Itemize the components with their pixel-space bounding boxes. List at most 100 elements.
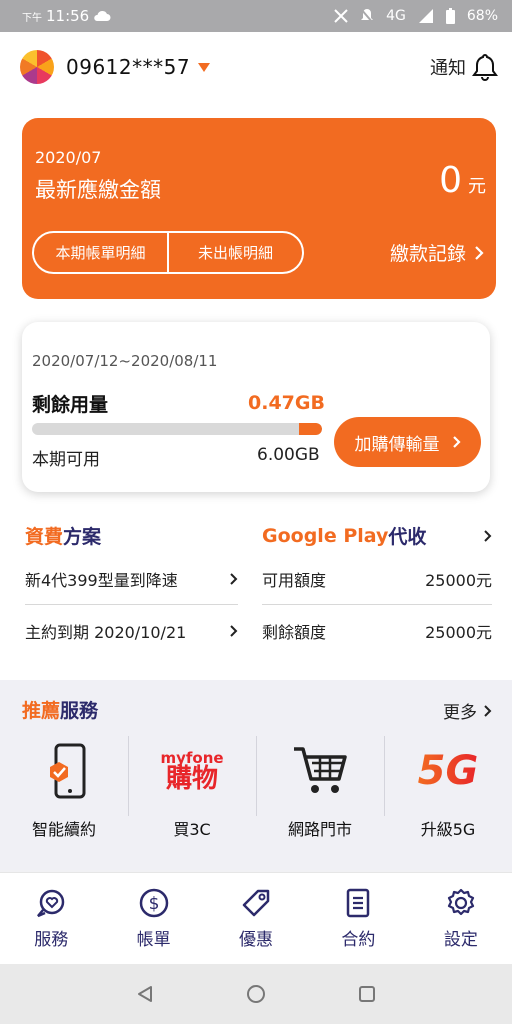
divider	[25, 604, 238, 605]
nav-label: 優惠	[239, 930, 274, 950]
signal-icon	[418, 9, 433, 23]
google-play-row: 可用額度 25000元	[262, 556, 492, 602]
status-time: 下午 11:56	[22, 7, 111, 25]
plan-title-part1: 資費	[25, 526, 64, 548]
available-credit-label: 可用額度	[262, 571, 327, 590]
service-label: 買3C	[173, 820, 211, 839]
plan-title-part2: 方案	[63, 526, 102, 548]
usage-period: 2020/07/12~2020/08/11	[32, 352, 218, 370]
service-label: 網路門市	[287, 820, 352, 839]
google-play-title-part1: Google Play	[262, 524, 389, 547]
main-screen: 09612***57 通知 2020/07 最新應繳金額 0 元 本期帳單明細 …	[0, 32, 512, 680]
unbilled-detail-button[interactable]: 未出帳明細	[169, 233, 302, 272]
myfone-shop-logo: myfone 購物	[160, 736, 223, 806]
bill-amount-value: 0	[439, 160, 462, 201]
service-online-store[interactable]: 網路門市	[256, 736, 384, 846]
x-icon	[334, 9, 348, 23]
app-logo	[20, 50, 54, 84]
battery-icon	[445, 8, 455, 24]
payment-record-link[interactable]: 繳款記錄	[390, 239, 484, 266]
available-label: 本期可用	[32, 450, 100, 470]
bill-amount: 0 元	[439, 160, 486, 201]
nav-service[interactable]: 服務	[0, 873, 102, 964]
caret-down-icon[interactable]	[198, 62, 211, 72]
status-clock: 11:56	[46, 7, 90, 25]
bottom-nav: 服務 $ 帳單 優惠 合約 設定	[0, 872, 512, 964]
google-play-row: 剩餘額度 25000元	[262, 608, 492, 654]
bill-detail-buttons: 本期帳單明細 未出帳明細	[32, 231, 304, 274]
remaining-credit-value: 25000元	[425, 623, 492, 642]
phone-renew-icon	[50, 743, 86, 799]
service-buy-3c[interactable]: myfone 購物 買3C	[128, 736, 256, 846]
google-play-title-part2: 代收	[388, 526, 427, 548]
svg-text:$: $	[148, 894, 159, 914]
recommended-services: 推薦服務 更多 智能續約 myfone 購物 買3C 網路門市 5G 升級5G	[0, 680, 512, 870]
available-value: 6.00GB	[257, 445, 320, 465]
available-credit-value: 25000元	[425, 571, 492, 590]
recommended-title-part2: 服務	[60, 700, 99, 722]
usage-progress-bar	[32, 423, 322, 435]
status-ampm: 下午	[22, 12, 42, 24]
status-bar: 下午 11:56 4G 68%	[0, 0, 512, 32]
gear-icon	[447, 888, 474, 916]
chevron-right-icon	[452, 436, 461, 448]
battery-percent: 68%	[466, 8, 498, 24]
app-header: 09612***57 通知	[0, 32, 512, 102]
divider	[262, 604, 492, 605]
plan-row-text: 主約到期 2020/10/21	[25, 623, 187, 642]
data-usage-card: 2020/07/12~2020/08/11 剩餘用量 0.47GB 本期可用 6…	[22, 322, 490, 492]
remaining-credit-label: 剩餘額度	[262, 623, 327, 642]
plan-row[interactable]: 主約到期 2020/10/21	[25, 608, 238, 654]
service-list: 智能續約 myfone 購物 買3C 網路門市 5G 升級5G	[0, 736, 512, 846]
service-upgrade-5g[interactable]: 5G 升級5G	[384, 736, 512, 846]
recommended-title: 推薦服務	[22, 696, 98, 723]
chevron-right-icon	[230, 573, 238, 585]
chevron-right-icon	[484, 529, 492, 542]
service-label: 升級5G	[420, 820, 476, 839]
remaining-usage-label: 剩餘用量	[32, 394, 109, 416]
recommended-title-part1: 推薦	[22, 700, 61, 722]
nav-settings[interactable]: 設定	[410, 873, 512, 964]
nav-label: 服務	[34, 930, 69, 950]
back-icon[interactable]	[135, 984, 155, 1004]
nav-contract[interactable]: 合約	[307, 873, 409, 964]
heart-chat-icon	[37, 889, 65, 918]
buy-data-button[interactable]: 加購傳輸量	[334, 417, 481, 467]
nav-label: 帳單	[136, 930, 171, 950]
myfone-logo-subtext: 購物	[165, 763, 218, 794]
usage-progress-fill	[299, 423, 322, 435]
nav-offers[interactable]: 優惠	[205, 873, 307, 964]
remaining-usage-value: 0.47GB	[248, 392, 325, 414]
phone-number-selector[interactable]: 09612***57	[66, 55, 190, 79]
bell-icon	[472, 53, 498, 81]
google-play-section-title[interactable]: Google Play 代收	[262, 522, 492, 549]
home-icon[interactable]	[245, 983, 267, 1005]
buy-data-label: 加購傳輸量	[354, 434, 440, 455]
mute-bell-icon	[360, 8, 374, 24]
current-bill-detail-button[interactable]: 本期帳單明細	[34, 233, 169, 272]
bill-card: 2020/07 最新應繳金額 0 元 本期帳單明細 未出帳明細 繳款記錄	[22, 118, 496, 299]
notify-button[interactable]: 通知	[430, 52, 500, 82]
bill-title: 最新應繳金額	[35, 178, 161, 202]
chevron-right-icon	[484, 704, 492, 717]
nav-label: 設定	[443, 930, 478, 950]
system-nav-bar	[0, 964, 512, 1024]
plan-row[interactable]: 新4代399型量到降速	[25, 556, 238, 602]
service-smart-renew[interactable]: 智能續約	[0, 736, 128, 846]
plan-section-title: 資費方案	[25, 522, 101, 549]
cloud-icon	[94, 10, 111, 21]
more-label: 更多	[443, 703, 477, 723]
network-type: 4G	[386, 8, 406, 24]
bill-amount-unit: 元	[468, 176, 486, 197]
5g-logo: 5G	[417, 748, 479, 794]
more-link[interactable]: 更多	[443, 698, 492, 723]
chevron-right-icon	[475, 245, 484, 260]
bill-period: 2020/07	[35, 148, 102, 167]
plan-row-text: 新4代399型量到降速	[25, 571, 178, 590]
shopping-cart-icon	[294, 747, 347, 793]
recents-icon[interactable]	[357, 984, 377, 1004]
nav-bill[interactable]: $ 帳單	[102, 873, 204, 964]
service-label: 智能續約	[31, 820, 96, 839]
document-icon	[347, 888, 370, 918]
tag-icon	[242, 889, 270, 917]
